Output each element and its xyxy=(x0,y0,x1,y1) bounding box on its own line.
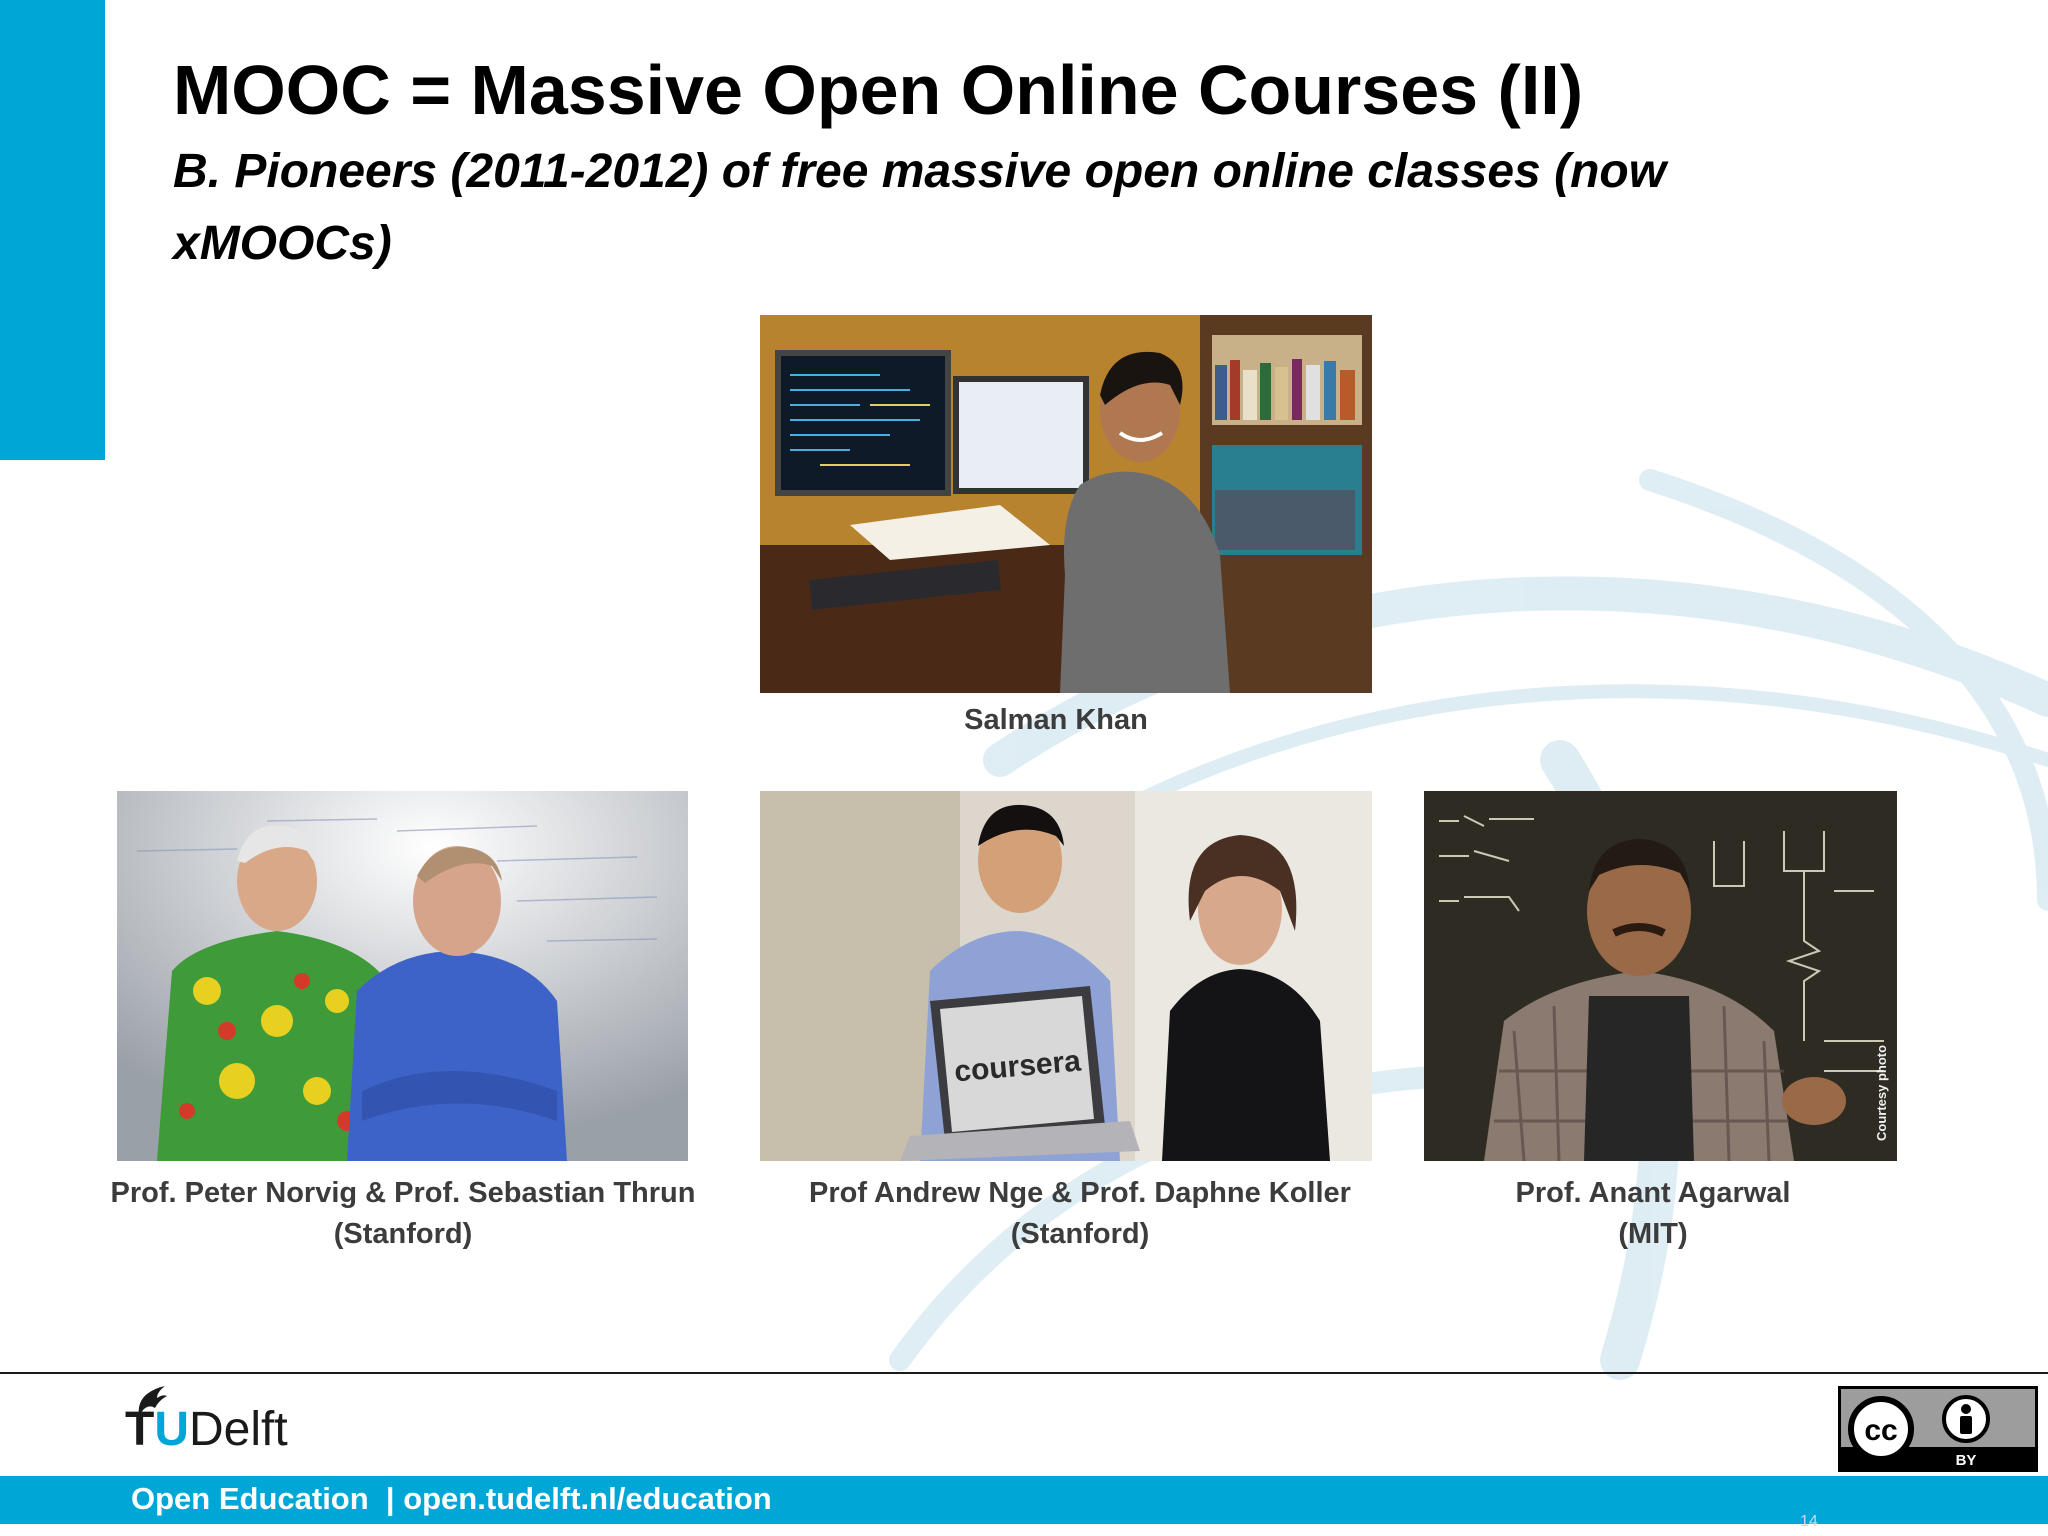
logo-delft-text: Delft xyxy=(189,1403,288,1456)
caption-ng-koller: Prof Andrew Nge & Prof. Daphne Koller (S… xyxy=(752,1173,1408,1255)
logo-letter-u: U xyxy=(154,1403,189,1456)
salman-khan-photo xyxy=(760,315,1372,693)
tudelft-logo: TUDelft xyxy=(125,1384,335,1464)
photo-credit-text: Courtesy photo xyxy=(1874,1045,1889,1141)
logo-wordmark: TUDelft xyxy=(125,1402,288,1458)
accent-bar xyxy=(0,0,105,460)
footer-bottom-line xyxy=(0,1522,2048,1524)
caption-line-names: Prof Andrew Nge & Prof. Daphne Koller xyxy=(809,1177,1351,1209)
agarwal-photo: Courtesy photo xyxy=(1424,791,1897,1161)
caption-line-name: Salman Khan xyxy=(964,704,1148,736)
caption-line-names: Prof. Peter Norvig & Prof. Sebastian Thr… xyxy=(110,1177,696,1209)
caption-line-affiliation: (Stanford) xyxy=(333,1218,473,1250)
caption-norvig-thrun: Prof. Peter Norvig & Prof. Sebastian Thr… xyxy=(90,1173,716,1255)
creative-commons-by-icon: cc BY xyxy=(1838,1386,2038,1472)
norvig-thrun-photo xyxy=(117,791,688,1161)
footer-divider xyxy=(0,1372,2048,1374)
caption-line-name: Prof. Anant Agarwal xyxy=(1515,1177,1791,1209)
caption-agarwal: Prof. Anant Agarwal (MIT) xyxy=(1424,1173,1882,1255)
footer-link-text[interactable]: Open Education | open.tudelft.nl/educati… xyxy=(131,1476,772,1522)
logo-letter-t: T xyxy=(125,1403,155,1456)
svg-text:cc: cc xyxy=(1864,1414,1897,1447)
caption-line-affiliation: (MIT) xyxy=(1618,1218,1688,1250)
caption-salman-khan: Salman Khan xyxy=(760,700,1352,741)
slide-title: MOOC = Massive Open Online Courses (II) xyxy=(173,51,1584,129)
page-number: 14 xyxy=(1800,1513,1818,1530)
ng-koller-photo: coursera xyxy=(760,791,1372,1161)
caption-line-affiliation: (Stanford) xyxy=(1010,1218,1150,1250)
slide-subtitle: B. Pioneers (2011-2012) of free massive … xyxy=(173,145,1667,270)
license-label: BY xyxy=(1956,1452,1977,1469)
slide: MOOC = Massive Open Online Courses (II) … xyxy=(0,0,2048,1536)
